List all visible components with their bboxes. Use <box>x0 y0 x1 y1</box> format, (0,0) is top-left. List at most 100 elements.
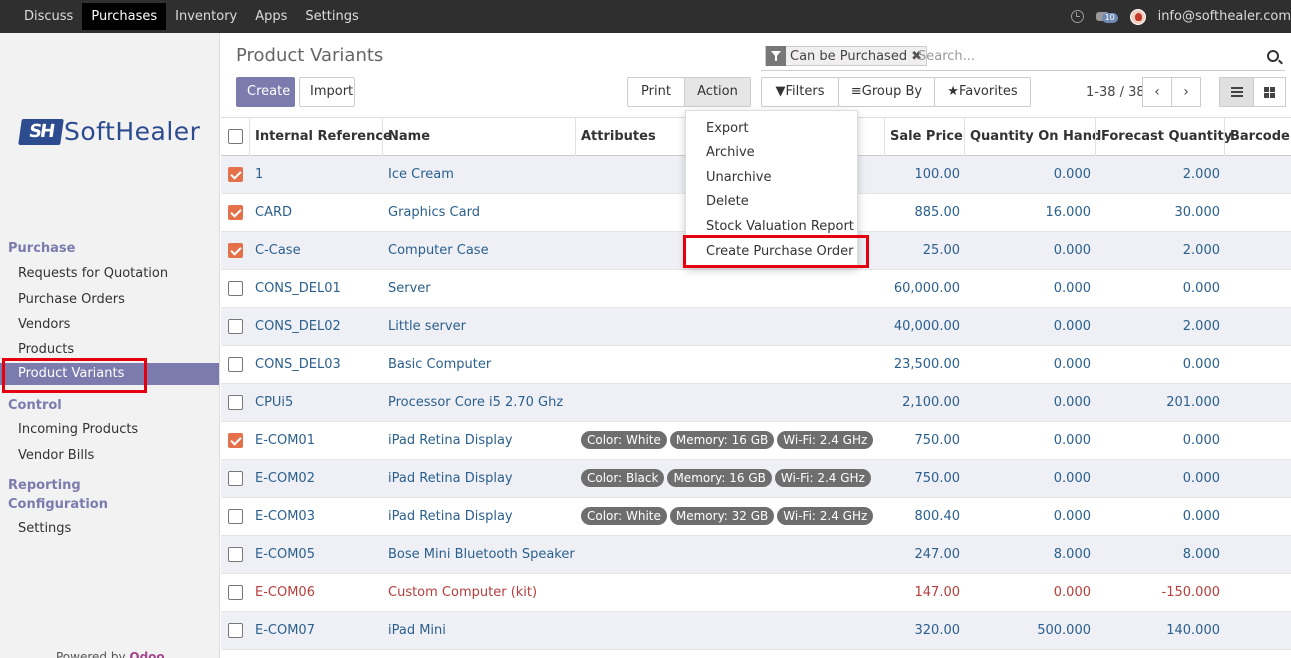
cell-sale-price[interactable]: 147.00 <box>884 574 961 611</box>
cell-quantity-on-hand[interactable]: 0.000 <box>964 460 1091 497</box>
cell-forecast-quantity[interactable]: -150.000 <box>1095 574 1220 611</box>
cell-quantity-on-hand[interactable]: 0.000 <box>964 346 1091 383</box>
filters-dropdown-button[interactable]: ▼Filters <box>761 77 839 122</box>
table-row[interactable]: E-COM01 iPad Retina Display Color: White Me… <box>221 422 1291 460</box>
cell-forecast-quantity[interactable]: 0.000 <box>1095 346 1220 383</box>
cell-quantity-on-hand[interactable]: 0.000 <box>964 384 1091 421</box>
row-checkbox[interactable] <box>228 357 243 372</box>
cell-sale-price[interactable]: 750.00 <box>884 460 961 497</box>
sidebar-item-product-variants[interactable]: Product Variants <box>0 363 219 385</box>
cell-quantity-on-hand[interactable]: 0.000 <box>964 498 1091 535</box>
cell-name[interactable]: iPad Mini <box>388 612 446 649</box>
import-button[interactable]: Import <box>299 77 355 107</box>
sidebar-item-vendor-bills[interactable]: Vendor Bills <box>18 448 94 463</box>
menu-discuss[interactable]: Discuss <box>15 0 82 33</box>
print-dropdown-button[interactable]: Print <box>627 77 685 122</box>
messages-chat-icon[interactable]: 10 <box>1095 10 1118 24</box>
cell-forecast-quantity[interactable]: 8.000 <box>1095 536 1220 573</box>
column-internal-reference[interactable]: Internal Reference <box>249 118 392 156</box>
cell-internal-reference[interactable]: E-COM01 <box>255 422 315 459</box>
sidebar-item-rfq[interactable]: Requests for Quotation <box>18 266 168 281</box>
action-dropdown-button[interactable]: Action <box>684 77 751 122</box>
cell-name[interactable]: Ice Cream <box>388 156 454 193</box>
group-by-dropdown-button[interactable]: ≡Group By <box>838 77 935 122</box>
pager-previous-button[interactable]: ‹ <box>1142 77 1172 107</box>
pager-value[interactable]: 1-38 / 38 <box>1086 85 1145 100</box>
cell-forecast-quantity[interactable]: 30.000 <box>1095 194 1221 231</box>
table-row[interactable]: CONS_DEL03 Basic Computer 23,500.00 0.000 0.… <box>221 346 1291 384</box>
cell-quantity-on-hand[interactable]: 0.000 <box>964 574 1091 611</box>
table-row[interactable]: CONS_DEL01 Server 60,000.00 0.000 0.000 <box>221 270 1291 308</box>
cell-internal-reference[interactable]: E-COM06 <box>255 574 315 611</box>
action-unarchive[interactable]: Unarchive <box>706 170 771 185</box>
cell-quantity-on-hand[interactable]: 0.000 <box>964 308 1091 345</box>
action-export[interactable]: Export <box>706 121 749 136</box>
action-archive[interactable]: Archive <box>706 145 755 160</box>
sidebar-item-settings[interactable]: Settings <box>18 521 71 536</box>
row-checkbox[interactable] <box>228 509 243 524</box>
row-checkbox[interactable] <box>228 319 243 334</box>
cell-sale-price[interactable]: 23,500.00 <box>884 346 960 383</box>
cell-name[interactable]: Basic Computer <box>388 346 491 383</box>
sidebar-section-reporting[interactable]: Reporting <box>8 478 81 493</box>
kanban-view-button[interactable] <box>1253 77 1286 107</box>
row-checkbox[interactable] <box>228 471 243 486</box>
cell-name[interactable]: Custom Computer (kit) <box>388 574 537 611</box>
row-checkbox[interactable] <box>228 205 243 220</box>
menu-inventory[interactable]: Inventory <box>166 0 246 33</box>
search-icon[interactable] <box>1267 50 1279 62</box>
pager-next-button[interactable]: › <box>1171 77 1201 107</box>
cell-internal-reference[interactable]: 1 <box>255 156 263 193</box>
cell-sale-price[interactable]: 40,000.00 <box>884 308 960 345</box>
menu-settings[interactable]: Settings <box>296 0 367 33</box>
action-delete[interactable]: Delete <box>706 194 749 209</box>
action-create-purchase-order[interactable]: Create Purchase Order <box>706 244 853 259</box>
cell-sale-price[interactable]: 25.00 <box>884 232 960 269</box>
sidebar-item-purchase-orders[interactable]: Purchase Orders <box>18 292 125 307</box>
cell-quantity-on-hand[interactable]: 0.000 <box>964 156 1091 193</box>
cell-name[interactable]: Computer Case <box>388 232 489 269</box>
cell-internal-reference[interactable]: CPUi5 <box>255 384 293 421</box>
select-all-checkbox[interactable] <box>228 129 243 144</box>
column-name[interactable]: Name <box>382 118 576 156</box>
sidebar-item-products[interactable]: Products <box>18 342 74 357</box>
cell-sale-price[interactable]: 800.40 <box>884 498 961 535</box>
cell-forecast-quantity[interactable]: 2.000 <box>1095 156 1220 193</box>
cell-sale-price[interactable]: 750.00 <box>884 422 961 459</box>
favorites-dropdown-button[interactable]: ★Favorites <box>934 77 1031 122</box>
activity-clock-icon[interactable] <box>1070 10 1084 23</box>
row-checkbox[interactable] <box>228 167 243 182</box>
user-menu-email[interactable]: info@softhealer.com <box>1158 9 1291 24</box>
cell-internal-reference[interactable]: CONS_DEL02 <box>255 308 341 345</box>
menu-apps[interactable]: Apps <box>246 0 296 33</box>
cell-internal-reference[interactable]: C-Case <box>255 232 301 269</box>
cell-quantity-on-hand[interactable]: 0.000 <box>964 270 1091 307</box>
cell-sale-price[interactable]: 60,000.00 <box>884 270 960 307</box>
table-row[interactable]: E-COM07 iPad Mini 320.00 500.000 140.000 <box>221 612 1291 650</box>
cell-name[interactable]: Graphics Card <box>388 194 480 231</box>
row-checkbox[interactable] <box>228 547 243 562</box>
cell-internal-reference[interactable]: E-COM02 <box>255 460 315 497</box>
cell-forecast-quantity[interactable]: 140.000 <box>1095 612 1220 649</box>
column-barcode[interactable]: Barcode <box>1224 118 1291 156</box>
search-input[interactable]: Search... <box>918 49 975 64</box>
cell-forecast-quantity[interactable]: 0.000 <box>1095 460 1220 497</box>
cell-forecast-quantity[interactable]: 201.000 <box>1095 384 1220 421</box>
cell-forecast-quantity[interactable]: 2.000 <box>1095 232 1220 269</box>
table-row[interactable]: CONS_DEL02 Little server 40,000.00 0.000 2.0… <box>221 308 1291 346</box>
odoo-brand[interactable]: Odoo <box>129 650 164 658</box>
cell-internal-reference[interactable]: E-COM07 <box>255 612 315 649</box>
menu-purchases[interactable]: Purchases <box>82 3 167 30</box>
create-button[interactable]: Create <box>236 77 295 107</box>
cell-name[interactable]: iPad Retina Display <box>388 498 513 535</box>
cell-internal-reference[interactable]: E-COM03 <box>255 498 315 535</box>
row-checkbox[interactable] <box>228 281 243 296</box>
cell-quantity-on-hand[interactable]: 16.000 <box>964 194 1092 231</box>
row-checkbox[interactable] <box>228 623 243 638</box>
column-forecast-quantity[interactable]: Forecast Quantity <box>1095 118 1232 156</box>
cell-sale-price[interactable]: 885.00 <box>884 194 961 231</box>
cell-internal-reference[interactable]: CARD <box>255 194 292 231</box>
table-row[interactable]: CPUi5 Processor Core i5 2.70 Ghz 2,100.00 0… <box>221 384 1291 422</box>
column-sale-price[interactable]: Sale Price <box>884 118 965 156</box>
column-quantity-on-hand[interactable]: Quantity On Hand <box>964 118 1101 156</box>
